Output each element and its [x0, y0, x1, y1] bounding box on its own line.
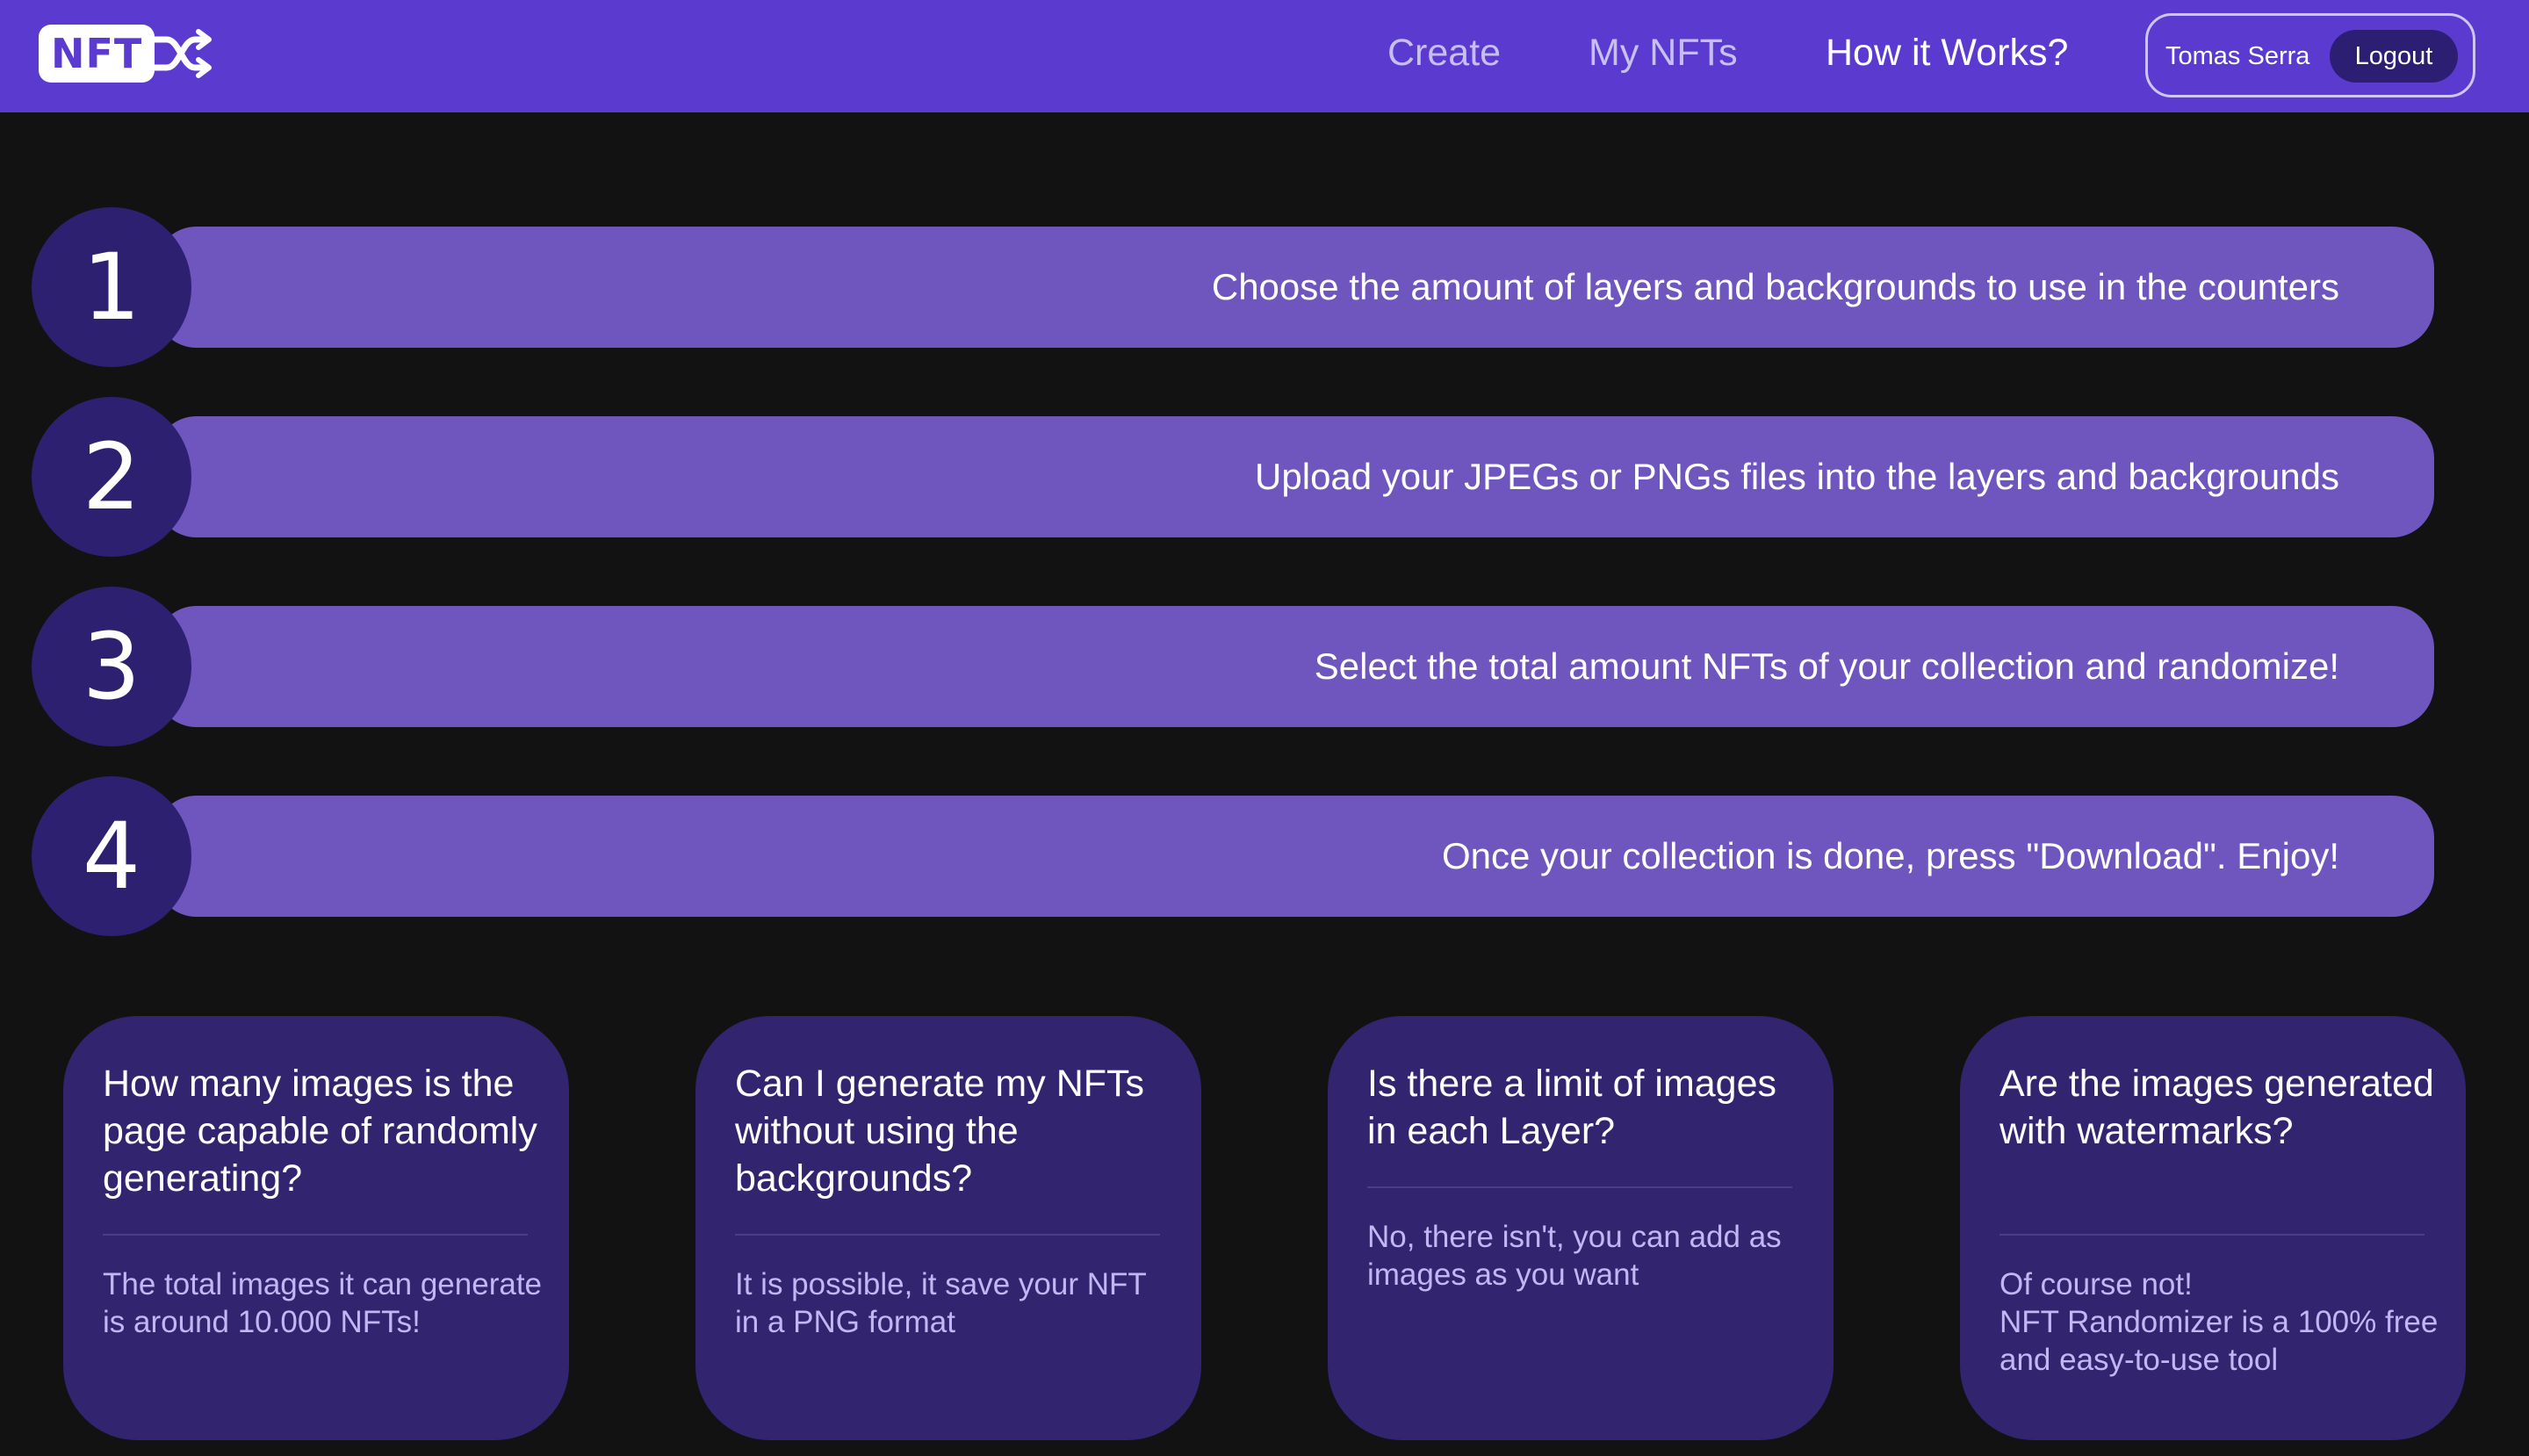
faq-question: Can I generate my NFTs without using the… [735, 1063, 1145, 1200]
step-text: Upload your JPEGs or PNGs files into the… [1255, 456, 2339, 497]
faq-answer: It is possible, it save your NFT in a PN… [735, 1267, 1147, 1339]
faq-divider [1367, 1186, 1792, 1188]
step-bar: Once your collection is done, press "Dow… [155, 796, 2434, 917]
nav-create[interactable]: Create [1387, 26, 1501, 79]
step-4: Once your collection is done, press "Dow… [32, 776, 2434, 936]
faq-question: Are the images generated with watermarks… [1999, 1063, 2434, 1152]
logo[interactable]: NFT [39, 25, 213, 83]
faq-card-2: Can I generate my NFTs without using the… [695, 1016, 1201, 1440]
step-text: Once your collection is done, press "Dow… [1441, 835, 2339, 876]
step-text: Select the total amount NFTs of your col… [1314, 645, 2339, 687]
user-name: Tomas Serra [2165, 42, 2310, 70]
logout-button[interactable]: Logout [2330, 30, 2458, 83]
nav-my-nfts[interactable]: My NFTs [1589, 26, 1738, 79]
step-bar: Choose the amount of layers and backgrou… [155, 227, 2434, 348]
step-bar: Select the total amount NFTs of your col… [155, 606, 2434, 727]
faq-question: How many images is the page capable of r… [103, 1063, 537, 1200]
step-number: 3 [32, 587, 191, 746]
faq-card-3: Is there a limit of images in each Layer… [1328, 1016, 1834, 1440]
shuffle-icon [149, 29, 213, 78]
nav-how-it-works[interactable]: How it Works? [1826, 26, 2068, 79]
faq-answer: Of course not! NFT Randomizer is a 100% … [1999, 1267, 2439, 1377]
step-text: Choose the amount of layers and backgrou… [1211, 266, 2339, 307]
top-navbar: NFT Create My NFTs How it Works? Tomas S… [0, 0, 2529, 112]
faq-divider [735, 1234, 1160, 1236]
step-number: 1 [32, 207, 191, 367]
step-1: Choose the amount of layers and backgrou… [32, 207, 2434, 367]
faq-question: Is there a limit of images in each Layer… [1367, 1063, 1777, 1152]
step-number: 4 [32, 776, 191, 936]
user-menu: Tomas Serra Logout [2145, 13, 2475, 97]
logo-text: NFT [39, 25, 155, 83]
step-3: Select the total amount NFTs of your col… [32, 587, 2434, 746]
step-number: 2 [32, 397, 191, 557]
step-bar: Upload your JPEGs or PNGs files into the… [155, 416, 2434, 537]
faq-divider [1999, 1234, 2425, 1236]
faq-answer: No, there isn't, you can add as images a… [1367, 1220, 1782, 1292]
faq-answer: The total images it can generate is arou… [103, 1267, 543, 1339]
faq-divider [103, 1234, 528, 1236]
step-2: Upload your JPEGs or PNGs files into the… [32, 397, 2434, 557]
faq-card-4: Are the images generated with watermarks… [1960, 1016, 2466, 1440]
faq-card-1: How many images is the page capable of r… [63, 1016, 569, 1440]
